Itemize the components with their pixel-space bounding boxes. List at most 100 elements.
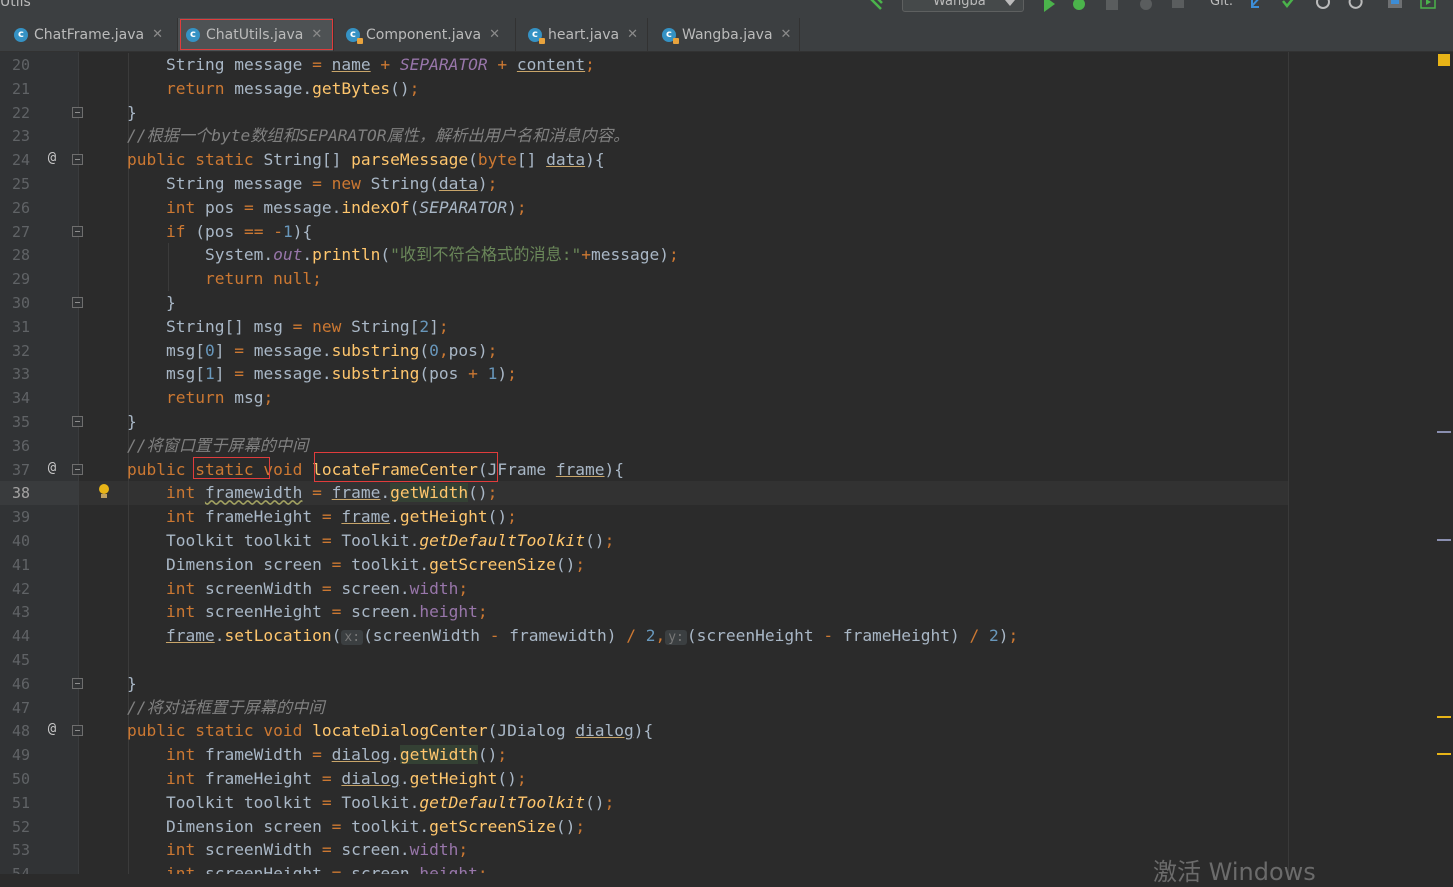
code-token: ( bbox=[409, 197, 420, 217]
close-icon[interactable]: ✕ bbox=[627, 27, 638, 42]
warning-marker[interactable] bbox=[1437, 716, 1451, 718]
run-anything-icon[interactable] bbox=[1420, 0, 1436, 12]
close-icon[interactable]: ✕ bbox=[152, 27, 163, 42]
code-line[interactable]: msg[1] = message.substring(pos + 1); bbox=[88, 362, 517, 386]
error-stripe[interactable] bbox=[1435, 52, 1453, 874]
line-number-gutter[interactable]: 20 21 22 23 24 @25 26 27 28 29 30 31 32 33 34 35 36 37 @38… bbox=[0, 52, 83, 874]
git-update-icon[interactable] bbox=[1248, 0, 1264, 12]
code-line[interactable]: String message = name + SEPARATOR + cont… bbox=[88, 53, 595, 77]
code-line[interactable]: Dimension screen = toolkit.getScreenSize… bbox=[88, 815, 585, 839]
stop-icon[interactable] bbox=[1170, 0, 1186, 12]
code-token: ; bbox=[487, 340, 498, 360]
history-icon[interactable] bbox=[1315, 0, 1331, 12]
code-line[interactable]: int screenWidth = screen.width; bbox=[88, 838, 468, 862]
code-line[interactable]: frame.setLocation(x: (screenWidth - frame… bbox=[88, 624, 1018, 648]
coverage-icon[interactable] bbox=[1104, 0, 1120, 12]
revert-icon[interactable] bbox=[1348, 0, 1364, 12]
code-token: () bbox=[497, 769, 517, 788]
code-token: = bbox=[331, 864, 342, 874]
code-token: ; bbox=[604, 531, 615, 550]
project-breadcrumb[interactable]: Utils bbox=[0, 0, 31, 10]
code-line[interactable]: int frameHeight = dialog.getHeight(); bbox=[88, 767, 527, 791]
code-token: = bbox=[331, 554, 342, 574]
code-token: frame bbox=[165, 626, 215, 646]
code-line[interactable]: msg[0] = message.substring(0,pos); bbox=[88, 339, 497, 363]
code-line[interactable]: int screenWidth = screen.width; bbox=[88, 577, 468, 601]
line-number: 21 bbox=[11, 79, 30, 98]
code-line[interactable]: return msg; bbox=[88, 386, 273, 410]
code-line[interactable]: } bbox=[88, 672, 137, 696]
code-token: String message bbox=[88, 174, 313, 193]
override-marker-icon[interactable]: @ bbox=[44, 717, 60, 741]
inspection-status-icon[interactable] bbox=[1438, 54, 1450, 66]
code-token: message bbox=[224, 55, 313, 74]
code-line[interactable]: String[] msg = new String[2]; bbox=[88, 315, 449, 339]
close-icon[interactable]: ✕ bbox=[489, 27, 500, 42]
code-line[interactable]: public static void locateDialogCenter(JD… bbox=[88, 719, 653, 743]
close-icon[interactable]: ✕ bbox=[781, 27, 792, 42]
tab-component[interactable]: c Component.java ✕ bbox=[334, 18, 516, 51]
code-line[interactable]: String message = new String(data); bbox=[88, 172, 497, 196]
code-line[interactable]: return null; bbox=[88, 267, 322, 291]
intention-bulb-icon[interactable] bbox=[97, 482, 111, 502]
code-line[interactable]: Toolkit toolkit = Toolkit.getDefaultTool… bbox=[88, 791, 614, 815]
code-token: ; bbox=[585, 55, 595, 74]
code-line[interactable]: } bbox=[88, 410, 137, 434]
code-line[interactable]: int framewidth = frame.getWidth(); bbox=[88, 481, 497, 505]
code-line[interactable]: Dimension screen = toolkit.getScreenSize… bbox=[88, 553, 585, 577]
git-commit-icon[interactable] bbox=[1281, 0, 1297, 12]
code-token: String( bbox=[370, 174, 439, 193]
tab-heart[interactable]: c heart.java ✕ bbox=[516, 18, 648, 51]
close-icon[interactable]: ✕ bbox=[311, 27, 322, 42]
code-token: ; bbox=[604, 792, 615, 812]
code-line[interactable]: if (pos == -1){ bbox=[88, 220, 312, 244]
code-line[interactable]: int screenHeight = screen.height; bbox=[88, 862, 488, 874]
code-token: //根据一个byte数组和SEPARATOR属性，解析出用户名和消息内容。 bbox=[126, 126, 630, 146]
code-line[interactable]: System.out.println("收到不符合格式的消息:"+message… bbox=[88, 243, 679, 267]
code-line[interactable]: return message.getBytes(); bbox=[88, 77, 419, 101]
code-token: toolkit. bbox=[341, 816, 430, 836]
code-line[interactable]: public static String[] parseMessage(byte… bbox=[88, 148, 605, 172]
scroll-marker[interactable] bbox=[1437, 431, 1451, 433]
debug-icon[interactable] bbox=[1071, 0, 1087, 12]
run-icon[interactable] bbox=[1041, 0, 1057, 12]
override-marker-icon[interactable]: @ bbox=[44, 456, 60, 480]
tab-label: ChatUtils.java bbox=[206, 26, 304, 43]
code-line[interactable]: //根据一个byte数组和SEPARATOR属性，解析出用户名和消息内容。 bbox=[88, 124, 629, 148]
git-label: Git: bbox=[1210, 0, 1234, 9]
code-line[interactable]: public static void locateFrameCenter(JFr… bbox=[88, 458, 624, 482]
code-line[interactable]: int screenHeight = screen.height; bbox=[88, 600, 488, 624]
tab-chatutils[interactable]: c ChatUtils.java ✕ bbox=[178, 18, 334, 51]
code-token: ; bbox=[438, 316, 449, 336]
line-number: 33 bbox=[11, 365, 30, 384]
code-line[interactable]: int pos = message.indexOf(SEPARATOR); bbox=[88, 196, 527, 220]
override-marker-icon[interactable]: @ bbox=[44, 146, 60, 170]
run-configuration-select[interactable]: Wangba bbox=[902, 0, 1024, 12]
code-line[interactable]: //将对话框置于屏幕的中间 bbox=[88, 696, 325, 720]
code-editor[interactable]: 20 21 22 23 24 @25 26 27 28 29 30 31 32 33 34 35 36 37 @38… bbox=[0, 52, 1453, 874]
code-token: ( bbox=[380, 245, 391, 265]
build-hammer-icon[interactable] bbox=[868, 0, 884, 12]
tab-chatframe[interactable]: c ChatFrame.java ✕ bbox=[0, 18, 178, 51]
code-line[interactable]: } bbox=[88, 101, 137, 125]
code-line[interactable]: //将窗口置于屏幕的中间 bbox=[88, 434, 308, 458]
tab-wangba[interactable]: c Wangba.java ✕ bbox=[648, 18, 800, 51]
code-line[interactable]: int frameHeight = frame.getHeight(); bbox=[88, 505, 517, 529]
code-token: int bbox=[165, 483, 205, 503]
warning-marker[interactable] bbox=[1437, 753, 1451, 755]
code-line[interactable]: Toolkit toolkit = Toolkit.getDefaultTool… bbox=[88, 529, 614, 553]
code-token: SEPARATOR bbox=[399, 55, 488, 74]
scroll-marker[interactable] bbox=[1437, 539, 1451, 541]
code-line[interactable]: int frameWidth = dialog.getWidth(); bbox=[88, 743, 507, 767]
code-token: framewidth) bbox=[499, 626, 627, 646]
profile-icon[interactable] bbox=[1138, 0, 1154, 12]
code-text-area[interactable]: String message = name + SEPARATOR + cont… bbox=[79, 52, 1453, 874]
code-line[interactable]: } bbox=[88, 291, 176, 315]
project-structure-icon[interactable] bbox=[1387, 0, 1403, 12]
code-token: = bbox=[243, 197, 254, 217]
